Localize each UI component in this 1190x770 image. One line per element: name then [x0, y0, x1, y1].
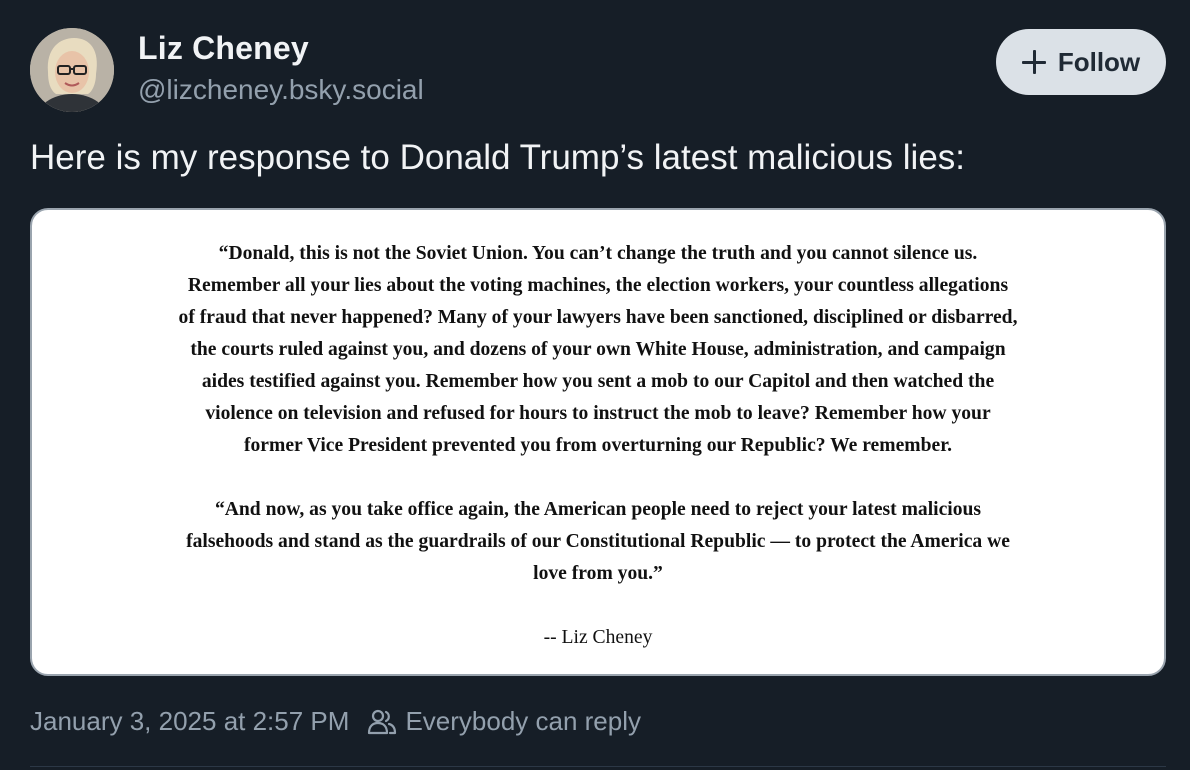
author-name[interactable]: Liz Cheney — [138, 30, 309, 67]
people-icon — [368, 709, 397, 734]
reply-setting[interactable]: Everybody can reply — [405, 706, 641, 737]
post-timestamp[interactable]: January 3, 2025 at 2:57 PM — [30, 706, 349, 737]
follow-button[interactable]: Follow — [996, 29, 1166, 95]
author-handle[interactable]: @lizcheney.bsky.social — [138, 74, 424, 106]
post-meta: January 3, 2025 at 2:57 PM Everybody can… — [30, 706, 641, 737]
statement-line: violence on television and refused for h… — [205, 403, 991, 424]
statement-line: love from you.” — [533, 563, 663, 584]
post-image[interactable]: “Donald, this is not the Soviet Union. Y… — [30, 208, 1166, 676]
author-avatar[interactable] — [30, 28, 114, 112]
statement-text: “Donald, this is not the Soviet Union. Y… — [92, 238, 1104, 654]
statement-line: Remember all your lies about the voting … — [187, 275, 1009, 296]
statement-line: of fraud that never happened? Many of yo… — [178, 307, 1018, 328]
post-text: Here is my response to Donald Trump’s la… — [30, 138, 966, 177]
statement-line: falsehoods and stand as the guardrails o… — [186, 531, 1010, 552]
plus-icon — [1021, 50, 1046, 74]
divider — [30, 766, 1166, 767]
follow-button-label: Follow — [1057, 46, 1141, 77]
post-container: Liz Cheney @lizcheney.bsky.social Follow… — [0, 0, 1190, 770]
profile-photo-icon — [30, 28, 114, 112]
statement-line: “Donald, this is not the Soviet Union. Y… — [218, 243, 978, 264]
statement-signature: -- Liz Cheney — [543, 627, 653, 648]
statement-line: former Vice President prevented you from… — [243, 435, 952, 456]
statement-line: aides testified against you. Remember ho… — [201, 371, 995, 392]
statement-line: the courts ruled against you, and dozens… — [190, 339, 1006, 360]
statement-line: “And now, as you take office again, the … — [214, 499, 982, 520]
